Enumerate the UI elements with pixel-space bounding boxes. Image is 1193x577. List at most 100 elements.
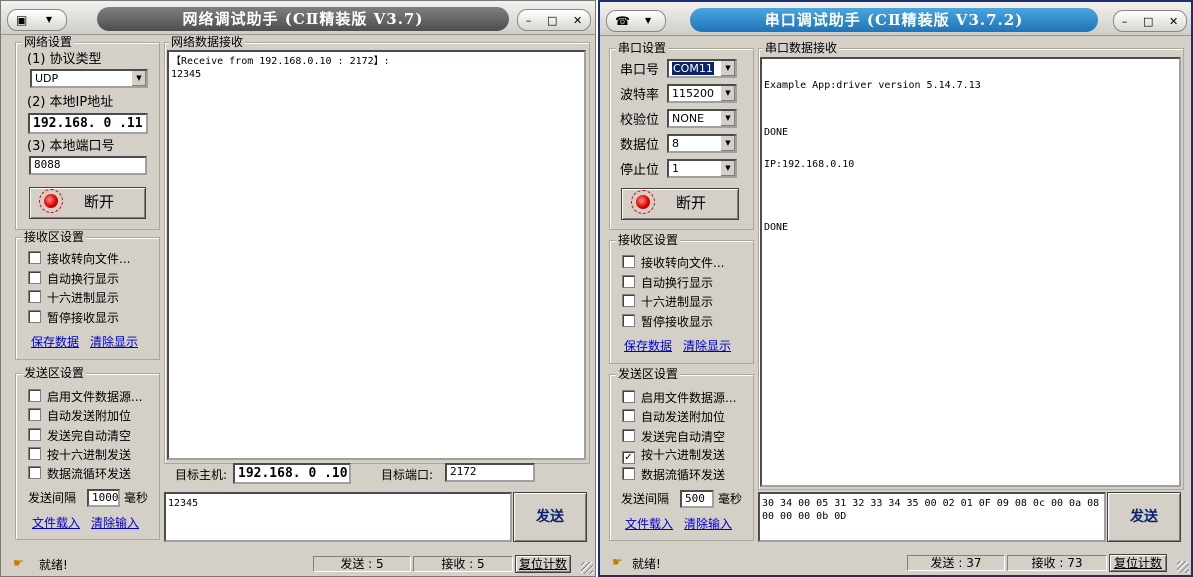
resize-grip-icon[interactable] [581, 562, 593, 574]
interval-input[interactable]: 1000 [87, 489, 120, 507]
auto-append-checkbox[interactable]: 自动发送附加位 [622, 409, 725, 424]
dropdown-arrow-icon[interactable]: ▼ [720, 136, 735, 151]
local-ip-label: (2) 本地IP地址 [27, 95, 114, 110]
disconnect-label: 断开 [84, 193, 115, 211]
dropdown-arrow-icon[interactable]: ▼ [720, 161, 735, 176]
disconnect-button[interactable]: 断开 [29, 187, 146, 219]
recv-line: DONE [764, 127, 789, 138]
send-button[interactable]: 发送 [1107, 492, 1181, 542]
port-label: 串口号 [620, 63, 660, 78]
dropdown-arrow-icon[interactable]: ▼ [720, 86, 735, 101]
dropdown-arrow-icon[interactable]: ▼ [131, 71, 146, 86]
dropdown-arrow-icon[interactable]: ▼ [720, 61, 735, 76]
ready-status: 就绪! [632, 557, 661, 571]
hand-icon: ☛ [13, 556, 24, 570]
file-load-link[interactable]: 文件载入 [32, 516, 80, 530]
target-host-label: 目标主机: [175, 468, 228, 482]
recv-line: 【Receive from 192.168.0.10 : 2172】: [171, 56, 390, 67]
send-textarea[interactable]: 30 34 00 05 31 32 33 34 35 00 02 01 0F 0… [758, 492, 1106, 542]
hex-display-checkbox[interactable]: 十六进制显示 [28, 290, 119, 305]
auto-clear-checkbox[interactable]: 发送完自动清空 [28, 428, 131, 443]
reset-count-button[interactable]: 复位计数 [515, 555, 571, 573]
resize-grip-icon[interactable] [1177, 561, 1189, 573]
title-bar[interactable]: ▣ ▼ 网络调试助手 (CⅡ精装版 V3.7) – □ ✕ [1, 1, 595, 35]
port-select[interactable]: COM11 ▼ [667, 59, 737, 78]
baud-select[interactable]: 115200 ▼ [667, 84, 737, 103]
close-icon[interactable]: ✕ [1169, 15, 1178, 28]
recv-count: 接收 : 5 [413, 556, 513, 572]
red-led-icon [44, 194, 58, 208]
loop-send-checkbox[interactable]: 数据流循环发送 [28, 466, 131, 481]
group-title: 网络设置 [22, 35, 75, 50]
baud-label: 波特率 [620, 88, 660, 103]
minimize-icon[interactable]: – [526, 14, 532, 27]
file-load-link[interactable]: 文件载入 [625, 517, 673, 531]
auto-wrap-checkbox[interactable]: 自动换行显示 [28, 271, 119, 286]
group-title: 发送区设置 [22, 366, 87, 381]
send-text: 12345 [168, 498, 199, 509]
system-menu-button[interactable]: ☎ ▼ [606, 10, 666, 32]
pause-recv-checkbox[interactable]: 暂停接收显示 [622, 314, 713, 329]
send-line: 00 00 00 0b 0D [762, 511, 847, 522]
hand-icon: ☛ [612, 555, 623, 569]
auto-clear-checkbox[interactable]: 发送完自动清空 [622, 429, 725, 444]
protocol-select[interactable]: UDP ▼ [30, 69, 148, 88]
interval-input[interactable]: 500 [680, 490, 714, 508]
recv-line: Example App:driver version 5.14.7.13 [764, 80, 981, 91]
interval-unit: 毫秒 [718, 492, 743, 506]
window-controls: – □ ✕ [1113, 10, 1187, 32]
serial-assistant-window: ☎ ▼ 串口调试助手 (CⅡ精装版 V3.7.2) – □ ✕ 串口设置 串口号… [598, 0, 1193, 577]
clear-input-link[interactable]: 清除输入 [684, 517, 732, 531]
file-source-checkbox[interactable]: 启用文件数据源... [622, 390, 736, 405]
close-icon[interactable]: ✕ [573, 14, 582, 27]
clear-input-link[interactable]: 清除输入 [91, 516, 139, 530]
target-port-input[interactable]: 2172 [445, 463, 535, 482]
auto-append-checkbox[interactable]: 自动发送附加位 [28, 408, 131, 423]
hex-send-checkbox[interactable]: 按十六进制发送 [28, 447, 131, 462]
interval-label: 发送间隔 [621, 492, 670, 506]
send-line: 30 34 00 05 31 32 33 34 35 00 02 01 0F 0… [762, 498, 1100, 509]
target-host-input[interactable]: 192.168. 0 .10 [233, 463, 351, 484]
local-port-input[interactable]: 8088 [29, 156, 147, 175]
file-source-checkbox[interactable]: 启用文件数据源... [28, 389, 142, 404]
clear-display-link[interactable]: 清除显示 [683, 339, 731, 353]
recv-line: 12345 [171, 69, 202, 80]
hex-display-checkbox[interactable]: 十六进制显示 [622, 294, 713, 309]
send-button[interactable]: 发送 [513, 492, 587, 542]
databits-select[interactable]: 8 ▼ [667, 134, 737, 153]
recv-line: DONE [764, 222, 789, 233]
chevron-down-icon: ▼ [46, 15, 53, 24]
send-textarea[interactable]: 12345 [164, 492, 512, 542]
serial-app-icon: ☎ [615, 14, 630, 28]
maximize-icon[interactable]: □ [547, 14, 557, 27]
stopbits-select[interactable]: 1 ▼ [667, 159, 737, 178]
parity-select[interactable]: NONE ▼ [667, 109, 737, 128]
clear-display-link[interactable]: 清除显示 [90, 335, 138, 349]
status-bar: ☛ 就绪! 发送 : 37 接收 : 73 复位计数 [600, 551, 1191, 575]
parity-label: 校验位 [620, 113, 660, 128]
recv-textarea[interactable]: 【Receive from 192.168.0.10 : 2172】: 1234… [167, 50, 586, 460]
local-port-label: (3) 本地端口号 [27, 139, 115, 154]
close-port-button[interactable]: 断开 [621, 188, 739, 220]
local-ip-input[interactable]: 192.168. 0 .11 [28, 113, 148, 134]
interval-unit: 毫秒 [124, 491, 149, 505]
chevron-down-icon: ▼ [645, 16, 652, 25]
save-data-link[interactable]: 保存数据 [31, 335, 79, 349]
maximize-icon[interactable]: □ [1143, 15, 1153, 28]
minimize-icon[interactable]: – [1122, 15, 1128, 28]
auto-wrap-checkbox[interactable]: 自动换行显示 [622, 275, 713, 290]
recv-textarea[interactable]: Example App:driver version 5.14.7.13 DON… [760, 57, 1181, 487]
dropdown-arrow-icon[interactable]: ▼ [720, 111, 735, 126]
stopbits-label: 停止位 [620, 163, 660, 178]
recv-to-file-checkbox[interactable]: 接收转向文件... [622, 255, 724, 270]
system-menu-button[interactable]: ▣ ▼ [7, 9, 67, 31]
group-title: 接收区设置 [616, 233, 681, 248]
pause-recv-checkbox[interactable]: 暂停接收显示 [28, 310, 119, 325]
recv-to-file-checkbox[interactable]: 接收转向文件... [28, 251, 130, 266]
hex-send-checkbox[interactable]: ✓ 按十六进制发送 [622, 448, 725, 464]
databits-value: 8 [672, 137, 679, 150]
loop-send-checkbox[interactable]: 数据流循环发送 [622, 467, 725, 482]
save-data-link[interactable]: 保存数据 [624, 339, 672, 353]
title-bar[interactable]: ☎ ▼ 串口调试助手 (CⅡ精装版 V3.7.2) – □ ✕ [600, 2, 1191, 36]
reset-count-button[interactable]: 复位计数 [1109, 554, 1167, 572]
